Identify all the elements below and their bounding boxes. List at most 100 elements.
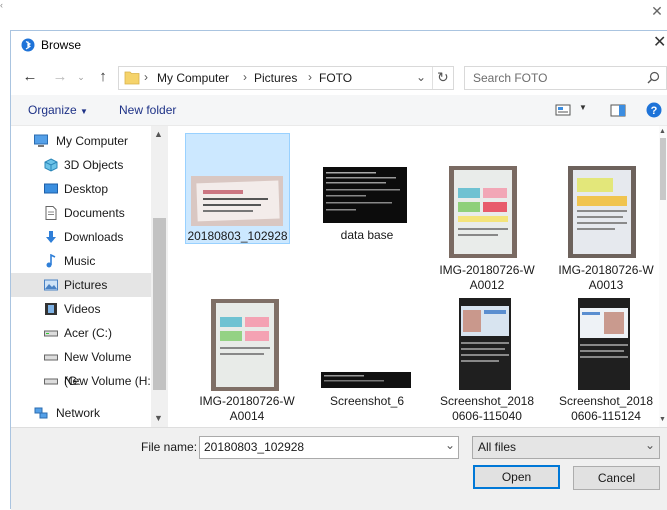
content-scrollbar-thumb[interactable] <box>660 138 666 200</box>
thumbnail-image <box>211 299 279 391</box>
nav-item-downloads[interactable]: Downloads <box>11 225 151 249</box>
nav-item-acer-c[interactable]: Acer (C:) <box>11 321 151 345</box>
breadcrumb-my-computer[interactable]: My Computer <box>157 71 229 85</box>
file-type-select[interactable]: All files ⌄ <box>472 436 660 459</box>
recent-locations-chevron-icon[interactable]: ⌄ <box>71 67 91 87</box>
nav-item-videos[interactable]: Videos <box>11 297 151 321</box>
close-icon[interactable]: ✕ <box>653 35 667 51</box>
view-options-icon[interactable] <box>555 104 571 116</box>
nav-item-new-volume-h[interactable]: New Volume (H: <box>11 369 151 393</box>
breadcrumb-foto[interactable]: FOTO <box>319 71 352 85</box>
address-dropdown-chevron-icon[interactable]: ⌄ <box>416 70 426 84</box>
file-caption-img-20180726-wa0012: IMG-20180726-W A0012 <box>433 263 541 297</box>
file-name-label: data base <box>340 228 394 242</box>
thumbnail-image <box>568 166 636 258</box>
network-icon <box>34 407 48 419</box>
file-name-label-line2: 0606-115124 <box>571 409 641 423</box>
file-name-input[interactable]: 20180803_102928 ⌄ <box>199 436 459 459</box>
nav-item-network[interactable]: Network <box>11 401 151 425</box>
file-name-label-line2: 0606-115040 <box>452 409 522 423</box>
nav-label: Desktop <box>64 182 109 196</box>
nav-item-desktop[interactable]: Desktop <box>11 177 151 201</box>
dialog-footer: File name: 20180803_102928 ⌄ All files ⌄… <box>11 427 667 510</box>
cancel-button[interactable]: Cancel <box>573 466 660 490</box>
scroll-down-chevron-icon[interactable]: ▼ <box>154 413 163 423</box>
file-tile-screenshot-20180606-115124[interactable]: Screenshot_2018 0606-115124 <box>552 296 659 423</box>
file-grid: 20180803_102928 data base IMG-20180726-W… <box>169 126 659 427</box>
svg-text:?: ? <box>651 105 658 117</box>
nav-item-my-computer[interactable]: My Computer <box>11 129 151 153</box>
nav-item-documents[interactable]: Documents <box>11 201 151 225</box>
thumbnail-image <box>449 166 517 258</box>
forward-arrow-icon[interactable]: → <box>50 67 70 87</box>
back-arrow-icon[interactable]: ← <box>20 67 40 87</box>
nav-label: Videos <box>64 302 101 316</box>
file-name-label-line2: A0012 <box>469 278 505 292</box>
file-tile-screenshot-20180606-115040[interactable]: Screenshot_2018 0606-115040 <box>433 296 541 423</box>
scroll-up-chevron-icon[interactable]: ▲ <box>154 129 163 139</box>
file-name-label: Screenshot_6 <box>329 394 405 408</box>
nav-item-3d-objects[interactable]: 3D Objects <box>11 153 151 177</box>
address-divider <box>432 67 433 89</box>
background-close-icon[interactable]: ✕ <box>650 4 664 18</box>
file-type-value: All files <box>478 440 517 454</box>
background-window-fragment: ‹ <box>0 0 3 10</box>
file-tile-img-20180726-wa0014[interactable]: IMG-20180726-W A0014 <box>193 296 301 423</box>
content-scrollbar[interactable]: ▲ ▼ <box>659 126 667 427</box>
nav-label: Acer (C:) <box>64 326 112 340</box>
file-tile-data-base[interactable]: data base <box>313 133 421 242</box>
app-logo-icon <box>21 38 35 52</box>
file-name-dropdown-chevron-icon[interactable]: ⌄ <box>445 438 455 452</box>
preview-pane-icon[interactable] <box>610 104 626 117</box>
search-icon[interactable] <box>647 71 660 84</box>
nav-item-pictures[interactable]: Pictures <box>11 273 151 297</box>
organize-chevron-icon: ▼ <box>80 107 88 116</box>
breadcrumb-separator-icon: › <box>243 70 247 84</box>
file-name-label: IMG-20180726-W <box>558 263 654 277</box>
breadcrumb-pictures[interactable]: Pictures <box>254 71 297 85</box>
breadcrumb-separator-icon: › <box>144 70 148 84</box>
organize-label: Organize <box>28 103 77 117</box>
computer-icon <box>34 134 48 147</box>
nav-label: Documents <box>64 206 125 220</box>
file-tile-img-20180726-wa0012[interactable] <box>433 133 541 258</box>
file-tile-img-20180726-wa0013[interactable] <box>552 133 659 258</box>
open-button[interactable]: Open <box>473 465 560 489</box>
toolbar: Organize ▼ New folder ▼ ? <box>11 95 667 126</box>
address-bar[interactable]: › My Computer › Pictures › FOTO ⌄ ↻ <box>118 66 454 90</box>
nav-scrollbar[interactable]: ▲ ▼ <box>151 126 168 427</box>
up-arrow-icon[interactable]: ↑ <box>93 67 113 87</box>
download-arrow-icon <box>46 231 56 243</box>
cube-icon <box>44 158 58 172</box>
nav-item-new-volume-g[interactable]: New Volume (G: <box>11 345 151 388</box>
nav-label: Downloads <box>64 230 124 244</box>
nav-label: My Computer <box>56 134 129 148</box>
scroll-up-chevron-icon[interactable]: ▲ <box>659 128 666 135</box>
organize-button[interactable]: Organize ▼ <box>28 103 88 117</box>
file-name-label-line2: A0013 <box>588 278 624 292</box>
new-folder-button[interactable]: New folder <box>119 103 176 117</box>
view-chevron-icon[interactable]: ▼ <box>579 103 587 112</box>
search-box[interactable]: Search FOTO <box>464 66 667 90</box>
drive-icon <box>44 330 58 337</box>
file-caption-img-20180726-wa0013: IMG-20180726-W A0013 <box>552 263 659 297</box>
music-note-icon <box>46 254 56 268</box>
file-name-label: File name: <box>141 440 198 454</box>
file-name-label: 20180803_102928 <box>187 229 288 243</box>
scroll-down-chevron-icon[interactable]: ▼ <box>659 416 666 423</box>
browse-dialog: Browse ✕ ← → ⌄ ↑ › My Computer › Picture… <box>10 30 667 510</box>
file-tile-screenshot-6[interactable]: Screenshot_6 <box>313 296 421 408</box>
desktop-icon <box>44 183 58 194</box>
file-name-value: 20180803_102928 <box>204 440 305 454</box>
drive-icon <box>44 354 58 361</box>
picture-icon <box>44 279 58 291</box>
nav-item-music[interactable]: Music <box>11 249 151 273</box>
nav-scrollbar-thumb[interactable] <box>153 218 166 390</box>
file-tile-20180803-102928[interactable]: 20180803_102928 <box>185 133 290 244</box>
thumbnail-image <box>578 298 630 390</box>
breadcrumb-separator-icon: › <box>308 70 312 84</box>
file-name-label: Screenshot_2018 <box>558 394 654 408</box>
thumbnail-image <box>191 176 283 226</box>
refresh-icon[interactable]: ↻ <box>437 69 449 86</box>
help-icon[interactable]: ? <box>646 102 662 118</box>
